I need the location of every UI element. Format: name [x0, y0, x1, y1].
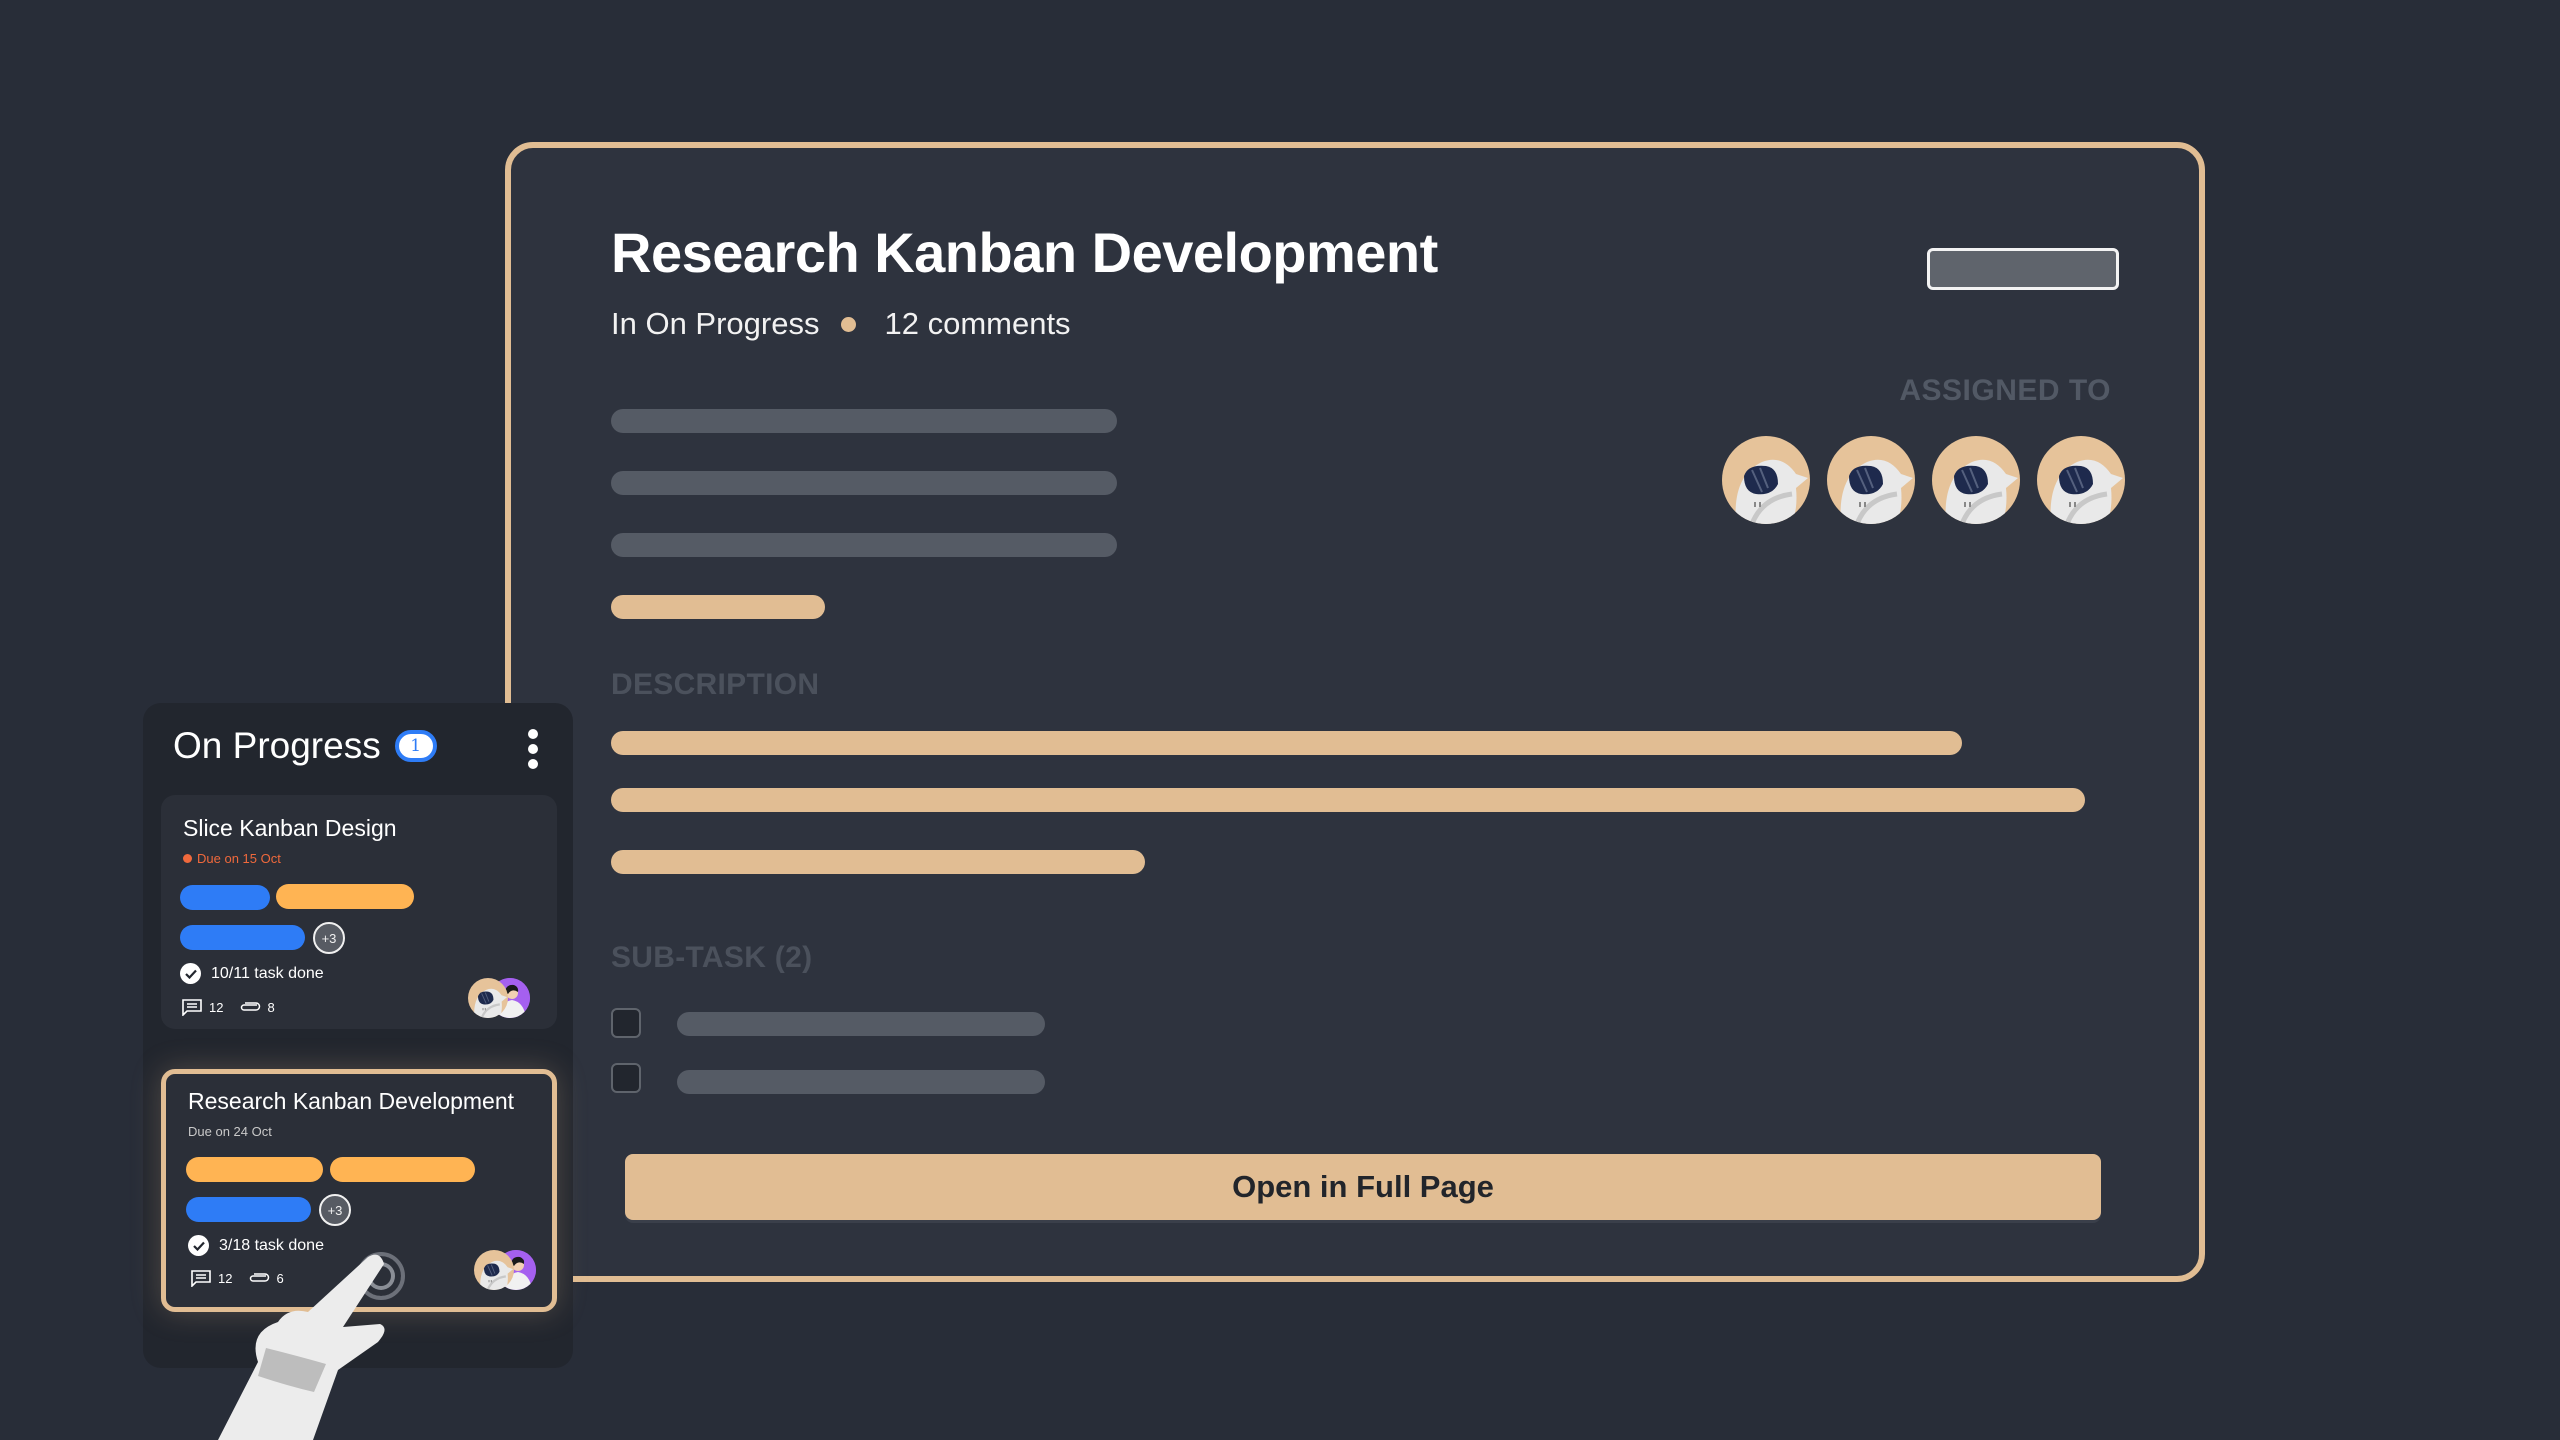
card-due-text: Due on 24 Oct	[188, 1124, 272, 1139]
description-label: DESCRIPTION	[611, 668, 820, 701]
column-count-badge: 1	[394, 730, 437, 762]
check-circle-icon	[188, 1235, 209, 1256]
card-tag	[180, 925, 305, 950]
card-due-date: Due on 24 Oct	[188, 1124, 272, 1139]
astronaut-icon	[1722, 459, 1810, 524]
card-assignees	[474, 1250, 536, 1290]
header-action-button[interactable]	[1927, 248, 2119, 290]
task-progress: 10/11 task done	[180, 963, 324, 984]
column-header: On Progress 1	[173, 725, 437, 767]
comment-count: 12	[209, 999, 224, 1015]
check-circle-icon	[180, 963, 201, 984]
task-title: Research Kanban Development	[611, 221, 1438, 284]
card-tag	[276, 884, 414, 909]
comment-icon	[190, 1269, 212, 1287]
card-title: Research Kanban Development	[188, 1088, 515, 1114]
assignee-avatar[interactable]	[2037, 436, 2125, 524]
overdue-dot-icon	[183, 854, 192, 863]
card-title: Slice Kanban Design	[183, 815, 397, 841]
summary-placeholder-line	[611, 533, 1117, 557]
assignee-avatar-astronaut	[474, 1250, 514, 1290]
assignee-avatar[interactable]	[1722, 436, 1810, 524]
description-placeholder-line	[611, 731, 1962, 755]
more-vertical-icon[interactable]	[523, 729, 543, 769]
summary-placeholder-line	[611, 409, 1117, 433]
pointing-hand-icon	[218, 1254, 385, 1440]
task-card[interactable]: Slice Kanban Design Due on 15 Oct +3 10/…	[161, 795, 557, 1029]
summary-placeholder-line	[611, 471, 1117, 495]
task-meta: In On Progress 12 comments	[611, 306, 1071, 342]
subtask-placeholder-line	[677, 1070, 1045, 1094]
separator-dot	[841, 316, 857, 332]
card-due-date: Due on 15 Oct	[183, 851, 281, 866]
more-tags-badge[interactable]: +3	[313, 922, 345, 954]
assignee-avatar[interactable]	[1932, 436, 2020, 524]
card-tag	[186, 1197, 311, 1222]
astronaut-icon	[1827, 459, 1915, 524]
astronaut-icon	[2037, 459, 2125, 524]
assignee-avatar-astronaut	[468, 978, 508, 1018]
card-assignees	[468, 978, 530, 1018]
task-progress-text: 10/11 task done	[211, 964, 324, 982]
task-detail-panel: Research Kanban Development In On Progre…	[505, 142, 2205, 1282]
task-status[interactable]: In On Progress	[611, 306, 819, 342]
open-full-page-button[interactable]: Open in Full Page	[625, 1154, 2101, 1220]
astronaut-icon	[1932, 459, 2020, 524]
assigned-to-label: ASSIGNED TO	[1899, 374, 2111, 407]
summary-placeholder-accent	[611, 595, 825, 619]
card-tag	[186, 1157, 323, 1182]
paperclip-icon	[239, 1001, 261, 1013]
comment-count[interactable]: 12 comments	[884, 306, 1070, 342]
card-tag	[330, 1157, 475, 1182]
subtask-placeholder-line	[677, 1012, 1045, 1036]
attachment-count: 8	[267, 999, 275, 1015]
card-meta: 12 8	[181, 998, 275, 1016]
subtask-label: SUB-TASK (2)	[611, 941, 813, 974]
subtask-checkbox[interactable]	[611, 1008, 641, 1038]
assignee-avatar[interactable]	[1827, 436, 1915, 524]
card-tag	[180, 885, 270, 910]
description-placeholder-line	[611, 788, 2085, 812]
subtask-checkbox[interactable]	[611, 1063, 641, 1093]
column-title: On Progress	[173, 725, 381, 766]
assignee-list	[1722, 436, 2125, 524]
card-due-text: Due on 15 Oct	[197, 851, 281, 866]
description-placeholder-line	[611, 850, 1145, 874]
comment-icon	[181, 998, 203, 1016]
more-tags-badge[interactable]: +3	[319, 1194, 351, 1226]
